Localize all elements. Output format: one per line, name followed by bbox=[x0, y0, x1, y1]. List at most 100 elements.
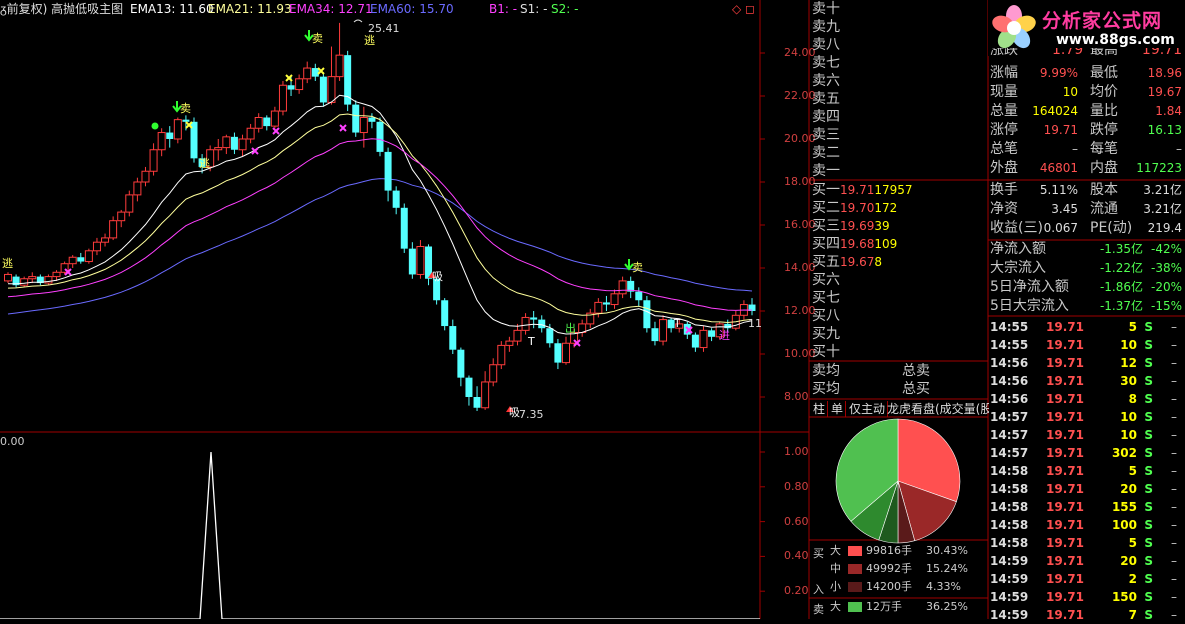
tick-row[interactable]: 14:55 19.71 10 S – bbox=[990, 336, 1185, 354]
tick-time: 14:58 bbox=[990, 500, 1029, 514]
tick-volume: 302 bbox=[1111, 446, 1137, 460]
legend-percent: 30.43% bbox=[926, 544, 968, 557]
quote-label: 量比 bbox=[1090, 103, 1118, 119]
tab-item[interactable]: 龙虎看盘(成交量(股 bbox=[885, 401, 989, 417]
candle-body bbox=[20, 278, 29, 286]
quote-value: 1.79 bbox=[1052, 48, 1084, 58]
candle-body bbox=[327, 76, 336, 103]
buy-level-label: 买五 bbox=[812, 254, 840, 270]
quote-value: 19.67 bbox=[1147, 85, 1182, 99]
logo-title: 分析家公式网 bbox=[1042, 10, 1163, 32]
tick-row[interactable]: 14:58 19.71 5 S – bbox=[990, 534, 1185, 552]
tick-time: 14:57 bbox=[990, 446, 1029, 460]
buy-level-volume: 17957 bbox=[874, 183, 913, 197]
tick-time: 14:56 bbox=[990, 392, 1029, 406]
quote-label: 涨跌 bbox=[990, 48, 1018, 58]
legend-in-label: 入 bbox=[813, 583, 824, 596]
quote-label: 每笔 bbox=[1090, 141, 1118, 157]
tick-volume: 150 bbox=[1111, 590, 1137, 604]
quote-label: 净资 bbox=[990, 201, 1018, 217]
tick-row[interactable]: 14:59 19.71 150 S – bbox=[990, 588, 1185, 606]
sell-signal-mark: 卖 bbox=[632, 261, 643, 274]
quote-value: 9.99% bbox=[1039, 66, 1078, 80]
tick-row[interactable]: 14:56 19.71 30 S – bbox=[990, 372, 1185, 390]
tick-row[interactable]: 14:55 19.71 5 S – bbox=[990, 318, 1185, 336]
tick-dash: – bbox=[1171, 590, 1177, 604]
tick-row[interactable]: 14:59 19.71 20 S – bbox=[990, 552, 1185, 570]
legend-row: 中 49992手 15.24% bbox=[830, 561, 980, 577]
candle-body bbox=[465, 377, 473, 397]
buy-level-price: 19.67 bbox=[840, 255, 875, 269]
tab-item[interactable]: 单 bbox=[829, 401, 847, 417]
tick-dash: – bbox=[1171, 554, 1177, 568]
tick-row[interactable]: 14:59 19.71 7 S – bbox=[990, 606, 1185, 624]
buy-level-row: 买二19.70172 bbox=[812, 199, 988, 217]
tick-volume: 12 bbox=[1120, 356, 1137, 370]
buy-level-row: 买十 bbox=[812, 343, 988, 361]
candle-body bbox=[699, 329, 708, 349]
buy-level-label: 买九 bbox=[812, 326, 840, 342]
buy-level-price: 19.68 bbox=[840, 237, 875, 251]
tick-row[interactable]: 14:58 19.71 5 S – bbox=[990, 462, 1185, 480]
quote-value: 0.067 bbox=[1043, 221, 1078, 235]
tick-volume: 155 bbox=[1111, 500, 1137, 514]
buy-level-label: 买七 bbox=[812, 290, 840, 306]
quote-value: 16.13 bbox=[1147, 123, 1182, 137]
candle-body bbox=[52, 271, 61, 278]
quote-row: 涨停 19.71 跌停 16.13 bbox=[990, 121, 1185, 140]
candle-body bbox=[270, 110, 279, 127]
tick-volume: 30 bbox=[1120, 374, 1137, 388]
tick-row[interactable]: 14:57 19.71 10 S – bbox=[990, 408, 1185, 426]
tick-row[interactable]: 14:57 19.71 10 S – bbox=[990, 426, 1185, 444]
sell-level-row: 卖九 bbox=[812, 18, 988, 36]
tab-item[interactable]: 仅主动 bbox=[847, 401, 889, 417]
s2-value: S2: - bbox=[551, 2, 579, 16]
flow-value: -1.37亿 bbox=[1099, 299, 1143, 313]
tick-volume: 20 bbox=[1120, 554, 1137, 568]
tick-row[interactable]: 14:58 19.71 155 S – bbox=[990, 498, 1185, 516]
tick-row[interactable]: 14:59 19.71 2 S – bbox=[990, 570, 1185, 588]
tick-row[interactable]: 14:58 19.71 20 S – bbox=[990, 480, 1185, 498]
tick-volume: 5 bbox=[1128, 320, 1137, 334]
candle-body bbox=[659, 319, 668, 342]
escape-cross-mark bbox=[317, 67, 325, 75]
quote-row-change: 涨跌 1.79 最高 19.71 bbox=[990, 48, 1185, 60]
tick-time: 14:59 bbox=[990, 554, 1029, 568]
tick-dash: – bbox=[1171, 518, 1177, 532]
buy-level-label: 买三 bbox=[812, 218, 840, 234]
quote-label: 总笔 bbox=[990, 141, 1018, 157]
buy-level-row: 买八 bbox=[812, 307, 988, 325]
tab-item[interactable]: 柱 bbox=[811, 401, 829, 417]
tick-row[interactable]: 14:57 19.71 302 S – bbox=[990, 444, 1185, 462]
sell-level-label: 卖七 bbox=[812, 55, 840, 71]
tick-volume: 10 bbox=[1120, 428, 1137, 442]
price-tick-label: 20.00 bbox=[784, 132, 816, 145]
quote-value: 3.21亿 bbox=[1143, 183, 1182, 197]
ema34-line bbox=[7, 138, 753, 311]
candle-body bbox=[546, 328, 554, 344]
tick-time: 14:58 bbox=[990, 518, 1029, 532]
candle-body bbox=[101, 237, 110, 243]
sell-signal-mark: 卖 bbox=[312, 32, 323, 45]
tick-row[interactable]: 14:56 19.71 12 S – bbox=[990, 354, 1185, 372]
buy-avg-row: 买均 总买 bbox=[812, 380, 988, 398]
chart-corner-icons[interactable]: ◇ ◻ bbox=[732, 1, 755, 17]
escape-signal-mark: 逃 bbox=[199, 157, 210, 170]
tick-row[interactable]: 14:56 19.71 8 S – bbox=[990, 390, 1185, 408]
candle-body bbox=[263, 117, 271, 127]
quote-label: 均价 bbox=[1090, 84, 1118, 100]
tick-row[interactable]: 14:58 19.71 100 S – bbox=[990, 516, 1185, 534]
legend-size: 大 bbox=[830, 600, 841, 613]
quote-label: PE(动) bbox=[1090, 220, 1133, 236]
out-signal-mark: 出 bbox=[565, 322, 576, 335]
tick-price: 19.71 bbox=[1046, 572, 1084, 586]
candle-body bbox=[497, 344, 506, 366]
tick-dash: – bbox=[1171, 482, 1177, 496]
tick-price: 19.71 bbox=[1046, 356, 1084, 370]
buy-level-volume: 109 bbox=[874, 237, 898, 251]
flow-value: -1.86亿 bbox=[1099, 280, 1143, 294]
quote-value: 46801 bbox=[1039, 161, 1078, 175]
candle-body bbox=[643, 300, 651, 329]
quote-row: 净资 3.45 流通 3.21亿 bbox=[990, 200, 1185, 219]
tick-volume: 2 bbox=[1128, 572, 1137, 586]
